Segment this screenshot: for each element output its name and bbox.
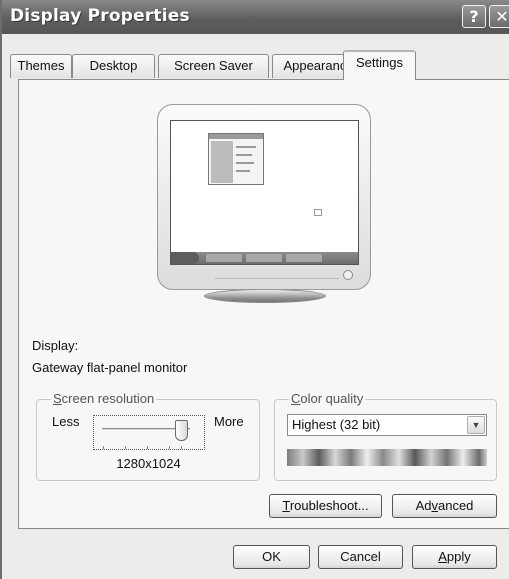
resolution-value: 1280x1024 [116,456,181,471]
color-quality-group: Color quality [274,391,497,481]
ok-button[interactable]: OK [233,545,310,569]
tab-label: Themes [17,58,65,73]
title-bar[interactable]: Display Properties ? ✕ [2,0,509,34]
legend-text: olor quality [300,391,364,406]
preview-task-button [206,254,242,262]
tab-label: Desktop [89,58,138,73]
preview-task-button [286,254,322,262]
display-label: Display: [32,338,79,353]
cancel-button[interactable]: Cancel [318,545,403,569]
preview-text-line [236,154,252,156]
apply-button[interactable]: Apply [412,545,497,569]
accelerator-key: T [282,498,290,513]
monitor-bezel-line [215,278,339,279]
window-title: Display Properties [10,6,190,26]
more-label: More [214,414,244,429]
accelerator-key: A [438,549,447,564]
preview-text-line [236,146,256,148]
preview-window-thumbnail [208,133,264,185]
preview-start-button [171,252,199,264]
slider-tick [181,446,182,449]
button-label: pply [446,549,471,564]
slider-tick [125,446,126,449]
color-sample-bar [287,449,487,466]
tab-label: Settings [356,55,403,70]
preview-text-line [236,170,250,172]
help-icon[interactable]: ? [462,5,486,28]
preview-desktop-icon [314,209,322,216]
preview-window-sidebar [211,141,233,183]
slider-tick [147,446,148,449]
chevron-down-icon[interactable]: ▼ [467,416,485,434]
advanced-button[interactable]: Advanced [392,494,497,518]
preview-window-titlebar [209,134,263,139]
troubleshoot-button[interactable]: Troubleshoot... [269,494,382,518]
resolution-slider-thumb[interactable] [175,420,188,441]
resolution-slider[interactable] [93,415,205,450]
color-quality-selected: Highest (32 bit) [292,417,381,432]
preview-text-line [236,162,254,164]
button-label: roubleshoot... [289,498,369,513]
slider-tick [103,446,104,449]
tab-screen-saver[interactable]: Screen Saver [158,54,269,78]
tab-desktop[interactable]: Desktop [72,54,155,78]
display-properties-window: Display Properties ? ✕ Themes Desktop Sc… [0,0,509,579]
slider-tick [169,446,170,449]
color-quality-legend: Color quality [289,391,366,406]
accelerator-key: C [291,391,301,406]
button-label: Ad [415,498,432,513]
tab-settings[interactable]: Settings [343,50,416,80]
monitor-screen [170,120,359,265]
tab-label: Screen Saver [174,58,253,73]
less-label: Less [52,414,80,429]
accelerator-key: S [53,391,62,406]
legend-text: creen resolution [61,391,155,406]
power-button-icon [343,270,353,280]
color-quality-select[interactable]: Highest (32 bit) ▼ [287,414,487,436]
preview-task-button [246,254,282,262]
display-device-name: Gateway flat-panel monitor [32,360,188,375]
monitor-stand [204,289,326,303]
screen-resolution-legend: Screen resolution [51,391,157,406]
button-label: anced [437,498,474,513]
close-icon[interactable]: ✕ [489,5,509,28]
tab-themes[interactable]: Themes [10,54,72,78]
